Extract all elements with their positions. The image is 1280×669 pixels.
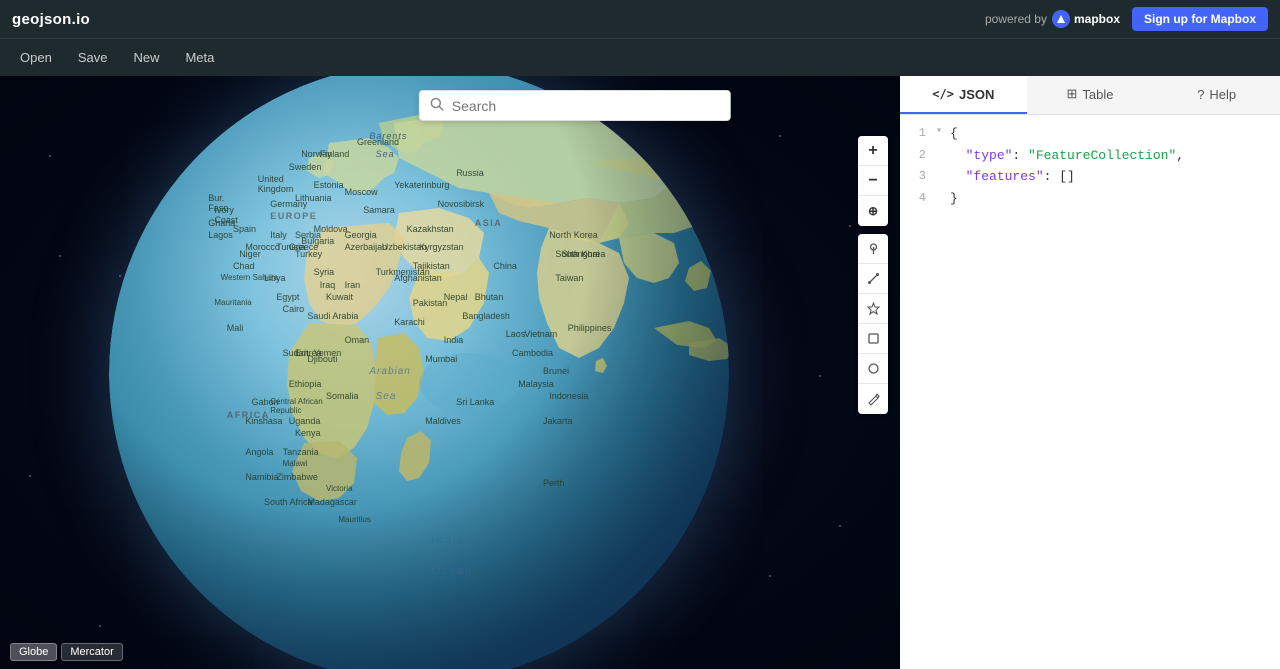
mapbox-icon — [1052, 10, 1070, 28]
tab-json[interactable]: </> JSON — [900, 76, 1027, 114]
map-view-toggle: Globe Mercator — [10, 643, 123, 661]
json-editor[interactable]: 1 ▾ { 2 "type": "FeatureCollection", 3 "… — [900, 115, 1280, 669]
search-input[interactable] — [452, 98, 720, 114]
logo: geojson.io — [12, 11, 90, 28]
draw-polygon-button[interactable] — [858, 324, 888, 354]
search-box — [419, 90, 731, 121]
drawing-tools — [858, 234, 888, 414]
help-icon: ? — [1197, 87, 1204, 102]
main: Barents Sea Greenland Finland Norway Swe… — [0, 76, 1280, 669]
mercator-view-button[interactable]: Mercator — [61, 643, 122, 661]
powered-by: powered by mapbox — [985, 10, 1120, 28]
nav-new[interactable]: New — [121, 46, 171, 69]
table-icon: ⊞ — [1067, 86, 1078, 102]
zoom-out-button[interactable]: − — [858, 166, 888, 196]
tab-help[interactable]: ? Help — [1153, 76, 1280, 114]
search-container — [419, 90, 731, 121]
nav-save[interactable]: Save — [66, 46, 120, 69]
map-controls: + − ⊕ — [858, 136, 888, 414]
globe: Barents Sea Greenland Finland Norway Swe… — [109, 76, 729, 669]
json-line-1: 1 ▾ { — [900, 123, 1280, 145]
map-container[interactable]: Barents Sea Greenland Finland Norway Swe… — [0, 76, 900, 669]
edit-tool-button[interactable] — [858, 384, 888, 414]
globe-map — [109, 76, 729, 669]
right-panel: </> JSON ⊞ Table ? Help 1 ▾ { 2 — [900, 76, 1280, 669]
search-icon — [430, 97, 444, 114]
star-tool-button[interactable] — [858, 294, 888, 324]
draw-circle-button[interactable] — [858, 354, 888, 384]
nav-open[interactable]: Open — [8, 46, 64, 69]
tab-table[interactable]: ⊞ Table — [1027, 76, 1154, 114]
panel-tabs: </> JSON ⊞ Table ? Help — [900, 76, 1280, 115]
json-line-4: 4 } — [900, 188, 1280, 210]
json-line-3: 3 "features": [] — [900, 166, 1280, 188]
globe-view-button[interactable]: Globe — [10, 643, 57, 661]
zoom-controls: + − ⊕ — [858, 136, 888, 226]
marker-tool-button[interactable] — [858, 234, 888, 264]
mapbox-logo: mapbox — [1052, 10, 1120, 28]
header: geojson.io powered by mapbox Sign up for… — [0, 0, 1280, 38]
json-line-2: 2 "type": "FeatureCollection", — [900, 145, 1280, 167]
nav-meta[interactable]: Meta — [173, 46, 226, 69]
draw-line-button[interactable] — [858, 264, 888, 294]
zoom-in-button[interactable]: + — [858, 136, 888, 166]
signup-button[interactable]: Sign up for Mapbox — [1132, 7, 1268, 31]
navbar: Open Save New Meta — [0, 38, 1280, 76]
reset-north-button[interactable]: ⊕ — [858, 196, 888, 226]
header-left: geojson.io — [12, 11, 90, 28]
json-icon: </> — [932, 87, 954, 101]
